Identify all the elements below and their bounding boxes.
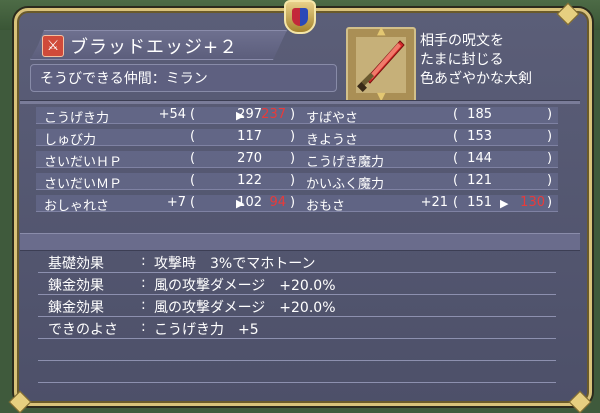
effect-label: 錬金効果 <box>48 300 104 316</box>
effect-value: 風の攻撃ダメージ +20.0% <box>154 300 336 316</box>
effect-row: 基礎効果 : 攻撃時 3%でマホトーン <box>38 252 556 273</box>
effect-colon: : <box>141 319 146 335</box>
effect-row: 錬金効果 : 風の攻撃ダメージ +20.0% <box>38 274 556 295</box>
stat-current: 151 <box>467 195 492 210</box>
stat-current: 153 <box>467 129 492 144</box>
stat-row: かいふく魔力 (121) <box>0 173 600 192</box>
effect-label: 基礎効果 <box>48 256 104 272</box>
item-image <box>356 37 406 93</box>
effect-colon: : <box>141 253 146 269</box>
open-paren: ( <box>453 195 459 210</box>
stat-row: きようさ (153) <box>0 129 600 148</box>
stat-label: きようさ <box>306 133 359 148</box>
stat-label: こうげき魔力 <box>306 155 385 170</box>
divider <box>20 233 580 251</box>
scroll-up-icon[interactable]: ▲ <box>377 24 385 37</box>
effect-row-empty <box>38 340 556 361</box>
open-paren: ( <box>453 173 459 188</box>
stat-row: おもさ +21 (151 ▶ 130) <box>0 195 600 214</box>
open-paren: ( <box>453 107 459 122</box>
stat-new-value: 130 <box>520 195 545 210</box>
stat-row: すばやさ (185) <box>0 107 600 126</box>
description-line: たまに封じる <box>420 52 504 68</box>
open-paren: ( <box>453 151 459 166</box>
stat-current: 185 <box>467 107 492 122</box>
stat-current: 121 <box>467 173 492 188</box>
effect-colon: : <box>141 275 146 291</box>
stat-delta: +21 <box>420 195 448 210</box>
stat-label: おもさ <box>306 199 346 214</box>
sword-illustration-icon <box>357 40 405 92</box>
shield-icon <box>292 8 308 26</box>
equippable-ally-label: そうびできる仲間：ミラン <box>40 71 208 87</box>
sword-icon: ⚔ <box>42 35 64 57</box>
crest-emblem <box>284 0 316 34</box>
effect-row: できのよさ : こうげき力 +5 <box>38 318 556 339</box>
open-paren: ( <box>453 129 459 144</box>
stat-row: こうげき魔力 (144) <box>0 151 600 170</box>
effect-row-empty <box>38 362 556 383</box>
description-line: 相手の呪文を <box>420 33 504 49</box>
close-paren: ) <box>547 129 553 144</box>
effect-value: 攻撃時 3%でマホトーン <box>154 256 316 272</box>
effect-label: できのよさ <box>48 322 118 338</box>
effect-label: 錬金効果 <box>48 278 104 294</box>
effect-value: こうげき力 +5 <box>154 322 259 338</box>
close-paren: ) <box>547 173 553 188</box>
close-paren: ) <box>547 107 553 122</box>
effect-value: 風の攻撃ダメージ +20.0% <box>154 278 336 294</box>
description-line: 色あざやかな大剣 <box>420 71 532 87</box>
close-paren: ) <box>547 151 553 166</box>
stat-label: すばやさ <box>306 111 359 126</box>
effect-row: 錬金効果 : 風の攻撃ダメージ +20.0% <box>38 296 556 317</box>
item-name: ブラッドエッジ+２ <box>70 37 239 58</box>
effect-colon: : <box>141 297 146 313</box>
close-paren: ) <box>547 195 553 210</box>
divider <box>20 100 580 104</box>
stat-label: かいふく魔力 <box>306 177 385 192</box>
stat-current: 144 <box>467 151 492 166</box>
item-description: 相手の呪文を たまに封じる 色あざやかな大剣 <box>420 32 580 89</box>
change-arrow-icon: ▶ <box>500 197 509 210</box>
